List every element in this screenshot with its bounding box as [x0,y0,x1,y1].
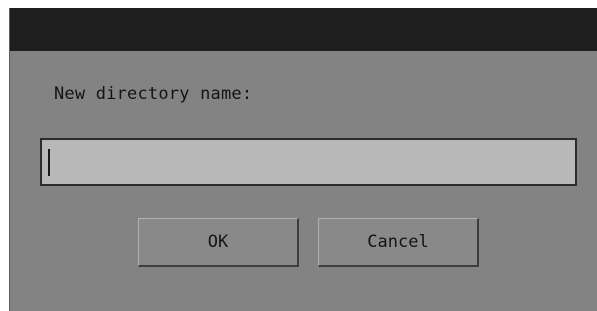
directory-name-input[interactable] [40,138,577,186]
ok-button[interactable]: OK [138,218,299,267]
dialog-titlebar[interactable] [10,8,597,51]
text-caret [48,149,50,176]
prompt-label: New directory name: [54,84,253,104]
new-directory-dialog: New directory name: OK Cancel [9,8,597,311]
cancel-button[interactable]: Cancel [318,218,479,267]
